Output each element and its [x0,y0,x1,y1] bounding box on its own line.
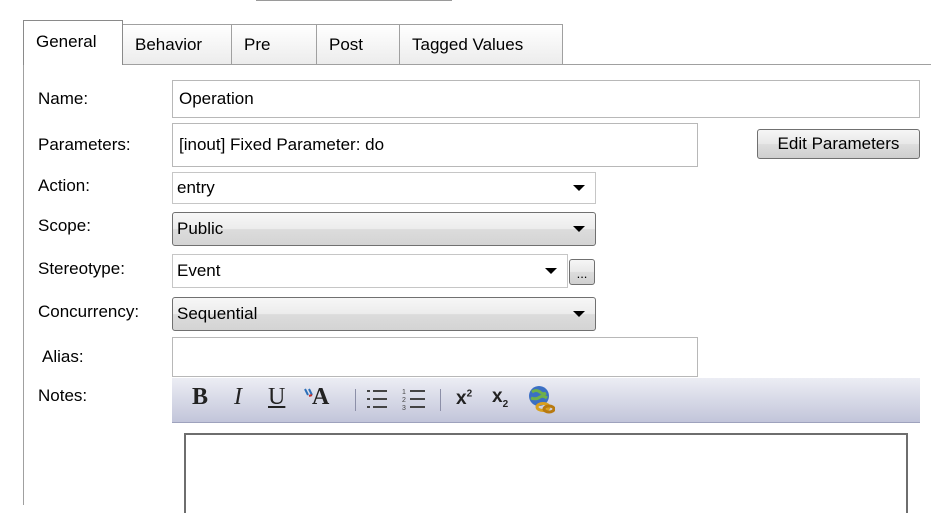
tab-post[interactable]: Post [316,24,400,64]
superscript-icon[interactable]: x2 [456,388,472,410]
numbered-list-glyph: 1 2 3 [402,389,425,412]
tab-general[interactable]: General [23,20,123,65]
scope-combo[interactable]: Public [172,212,596,246]
chevron-down-icon [545,268,557,274]
stereotype-browse-button[interactable]: ... [569,259,595,285]
globe-link-glyph [529,386,556,414]
parameters-field[interactable]: [inout] Fixed Parameter: do [172,123,698,167]
subscript-base: x [492,386,503,407]
tab-pre[interactable]: Pre [231,24,317,64]
stereotype-label: Stereotype: [38,259,125,278]
concurrency-value: Sequential [177,304,258,323]
svg-text:2: 2 [402,397,406,404]
bullet-list-icon[interactable] [366,387,388,418]
stereotype-combo[interactable]: Event [172,254,568,288]
edit-parameters-button[interactable]: Edit Parameters [757,129,920,159]
bold-icon[interactable]: B [192,384,208,411]
hyperlink-icon[interactable] [527,385,556,422]
tab-behavior[interactable]: Behavior [122,24,232,64]
superscript-base: x [456,388,467,409]
notes-label: Notes: [38,386,88,405]
notes-editor[interactable] [184,433,908,513]
subscript-mark: 2 [502,398,509,410]
parameters-label: Parameters: [38,135,131,154]
name-value: Operation [179,89,254,108]
superscript-mark: 2 [466,388,473,400]
toolbar-separator [440,389,441,411]
chevron-down-icon [573,185,585,191]
chevron-down-icon [573,311,585,317]
alias-field[interactable] [172,337,698,377]
alias-label: Alias: [42,347,84,366]
svg-text:1: 1 [402,389,406,396]
ellipsis-icon: ... [576,266,588,281]
font-color-icon[interactable]: A [302,384,329,411]
font-color-letter: A [312,384,330,410]
bullet-list-glyph [367,390,387,408]
svg-text:3: 3 [402,405,406,411]
underline-icon[interactable]: U [268,384,285,411]
numbered-list-icon[interactable]: 1 2 3 [402,387,426,418]
name-label: Name: [38,89,89,108]
action-combo[interactable]: entry [172,172,596,204]
scope-label: Scope: [38,216,91,235]
parameters-value: [inout] Fixed Parameter: do [179,135,385,154]
notes-toolbar: B I U A 1 2 3 x2 x2 [172,378,920,423]
chevron-down-icon [573,226,585,232]
italic-icon[interactable]: I [234,384,242,411]
concurrency-combo[interactable]: Sequential [172,297,596,331]
tab-tagged-values[interactable]: Tagged Values [399,24,563,64]
stereotype-value: Event [177,261,221,280]
action-value: entry [177,178,215,197]
name-field[interactable]: Operation [172,80,920,118]
window-top-edge [256,0,452,1]
action-label: Action: [38,176,90,195]
concurrency-label: Concurrency: [38,302,140,321]
toolbar-separator [355,389,356,411]
scope-value: Public [177,219,224,238]
subscript-icon[interactable]: x2 [492,386,508,410]
edit-parameters-label: Edit Parameters [777,134,900,153]
